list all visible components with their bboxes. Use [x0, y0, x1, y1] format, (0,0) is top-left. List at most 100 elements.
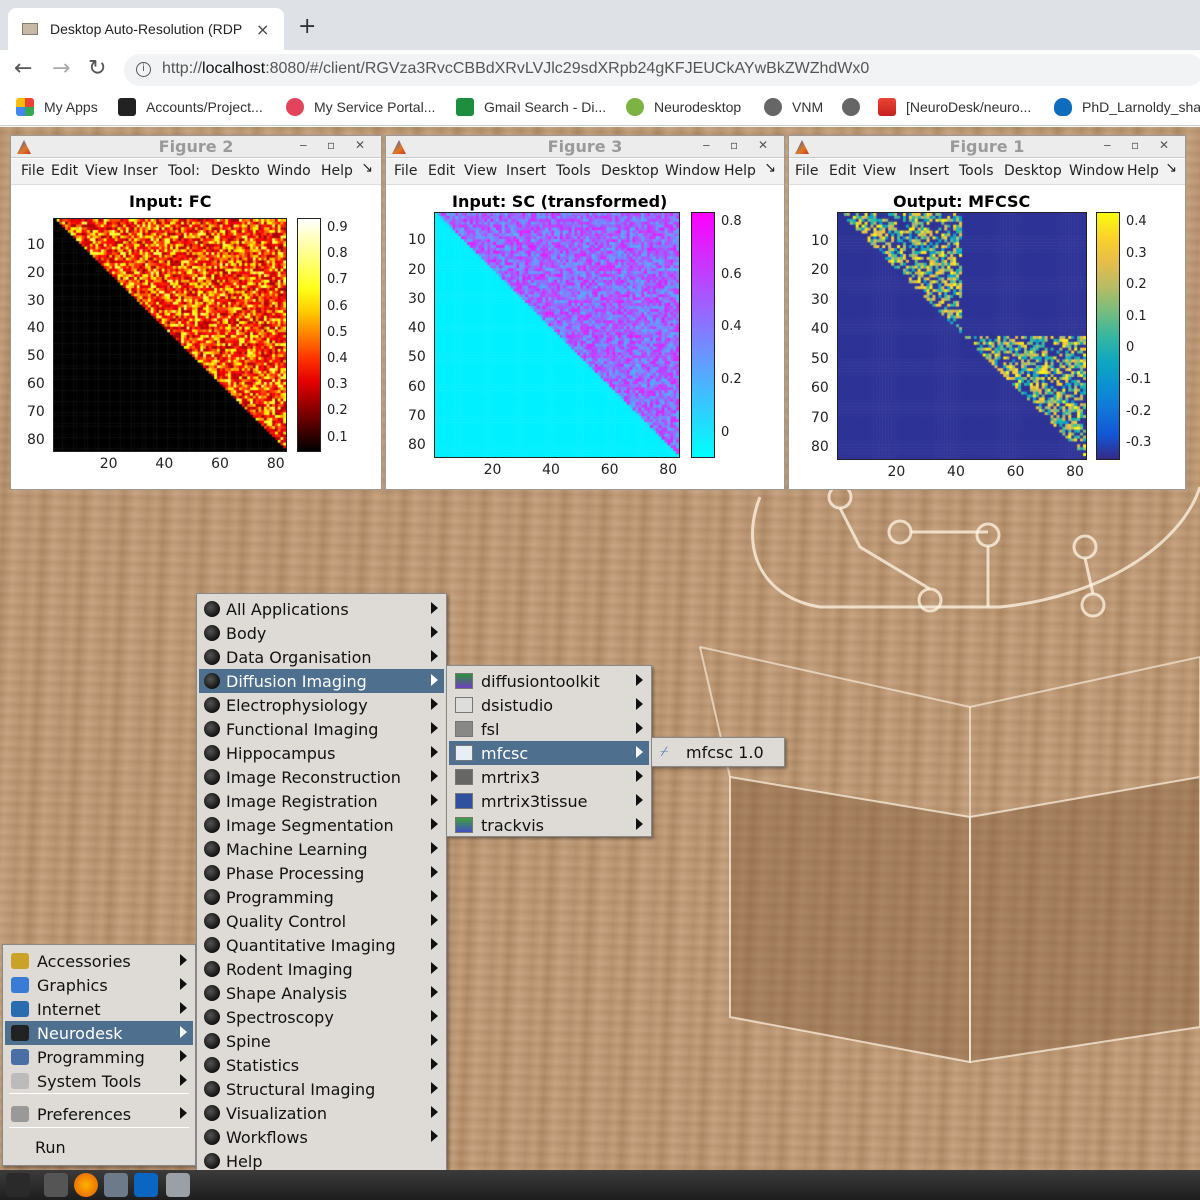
- neurodesk-item-functional-imaging[interactable]: Functional Imaging: [199, 717, 444, 741]
- neurodesk-item-programming[interactable]: Programming: [199, 885, 444, 909]
- start-menu-item-neurodesk[interactable]: Neurodesk: [5, 1021, 193, 1045]
- figure-menu-4[interactable]: Tools: [556, 163, 591, 179]
- bookmark-accounts[interactable]: Accounts/Project...: [118, 98, 263, 116]
- bookmark-neurodesktop[interactable]: Neurodesktop: [626, 98, 741, 116]
- window-controls[interactable]: ‒ ▫ ✕: [703, 138, 776, 152]
- start-menu-item-accessories[interactable]: Accessories: [5, 949, 193, 973]
- start-menu-icon[interactable]: [6, 1173, 30, 1197]
- neurodesk-item-hippocampus[interactable]: Hippocampus: [199, 741, 444, 765]
- figure-menu-4[interactable]: Tool:: [168, 163, 200, 179]
- figure-menu-2[interactable]: View: [464, 163, 497, 179]
- start-menu[interactable]: Accessories Graphics Internet Neurodesk Prog…: [2, 944, 196, 1166]
- reload-button[interactable]: ↻: [88, 56, 106, 81]
- neurodesk-item-machine-learning[interactable]: Machine Learning: [199, 837, 444, 861]
- figure-menu-6[interactable]: Windo: [267, 163, 311, 179]
- figure-menu-1[interactable]: Edit: [428, 163, 455, 179]
- toolbar-arrow-icon[interactable]: ↘: [764, 160, 776, 176]
- terminal-icon[interactable]: [44, 1173, 68, 1197]
- figure-menu-7[interactable]: Help: [724, 163, 756, 179]
- figure-menu-1[interactable]: Edit: [829, 163, 856, 179]
- diffusion-item-mfcsc[interactable]: mfcsc: [449, 741, 649, 765]
- diffusion-item-trackvis[interactable]: trackvis: [449, 813, 649, 837]
- figure-menu-2[interactable]: View: [863, 163, 896, 179]
- neurodesk-item-visualization[interactable]: Visualization: [199, 1101, 444, 1125]
- neurodesk-item-workflows[interactable]: Workflows: [199, 1125, 444, 1149]
- diffusion-item-mrtrix3tissue[interactable]: mrtrix3tissue: [449, 789, 649, 813]
- toolbar-arrow-icon[interactable]: ↘: [361, 160, 373, 176]
- bookmark-my-apps[interactable]: My Apps: [16, 98, 98, 116]
- figure-menu-4[interactable]: Tools: [959, 163, 994, 179]
- diffusion-item-diffusiontoolkit[interactable]: diffusiontoolkit: [449, 669, 649, 693]
- back-button[interactable]: ←: [14, 56, 32, 81]
- neurodesk-item-spine[interactable]: Spine: [199, 1029, 444, 1053]
- figure-menu-0[interactable]: File: [21, 163, 44, 179]
- diffusion-item-dsistudio[interactable]: dsistudio: [449, 693, 649, 717]
- neurodesk-item-electrophysiology[interactable]: Electrophysiology: [199, 693, 444, 717]
- firefox-icon[interactable]: [74, 1173, 98, 1197]
- figure-menu-3[interactable]: Insert: [909, 163, 949, 179]
- neurodesk-item-body[interactable]: Body: [199, 621, 444, 645]
- window-controls[interactable]: ‒ ▫ ✕: [1104, 138, 1177, 152]
- neurodesk-item-image-reconstruction[interactable]: Image Reconstruction: [199, 765, 444, 789]
- monitor-icon[interactable]: [104, 1173, 128, 1197]
- figure-menu-0[interactable]: File: [394, 163, 417, 179]
- figure-menu-6[interactable]: Window: [1069, 163, 1124, 179]
- figure-titlebar[interactable]: Figure 1 ‒ ▫ ✕: [789, 136, 1185, 158]
- vscode-icon[interactable]: [134, 1173, 158, 1197]
- figure-menu-1[interactable]: Edit: [51, 163, 78, 179]
- start-menu-item-preferences[interactable]: Preferences: [5, 1102, 193, 1126]
- figure-1-window[interactable]: Figure 1 ‒ ▫ ✕ File Edit View Insert Tools Desk…: [788, 135, 1186, 490]
- figure-titlebar[interactable]: Figure 3 ‒ ▫ ✕: [386, 136, 784, 158]
- neurodesk-item-diffusion-imaging[interactable]: Diffusion Imaging: [199, 669, 444, 693]
- neurodesk-item-quality-control[interactable]: Quality Control: [199, 909, 444, 933]
- diffusion-imaging-submenu[interactable]: diffusiontoolkit dsistudio fsl mfcsc mrtrix3…: [446, 665, 652, 837]
- neurodesk-item-image-segmentation[interactable]: Image Segmentation: [199, 813, 444, 837]
- figure-menu-3[interactable]: Insert: [506, 163, 546, 179]
- figure-menu-2[interactable]: View: [85, 163, 118, 179]
- mfcsc-submenu[interactable]: ⌿ mfcsc 1.0: [651, 737, 785, 767]
- start-menu-item-run[interactable]: Run: [5, 1135, 193, 1159]
- address-bar[interactable]: i http://localhost:8080/#/client/RGVza3R…: [124, 54, 1200, 86]
- start-menu-item-internet[interactable]: Internet: [5, 997, 193, 1021]
- neurodesk-item-spectroscopy[interactable]: Spectroscopy: [199, 1005, 444, 1029]
- toolbar-arrow-icon[interactable]: ↘: [1165, 160, 1177, 176]
- browser-tab[interactable]: Desktop Auto-Resolution (RDP ×: [8, 8, 284, 50]
- neurodesk-item-image-registration[interactable]: Image Registration: [199, 789, 444, 813]
- tab-close-icon[interactable]: ×: [256, 20, 269, 39]
- figure-menu-7[interactable]: Help: [321, 163, 353, 179]
- start-menu-item-graphics[interactable]: Graphics: [5, 973, 193, 997]
- figure-2-window[interactable]: Figure 2 ‒ ▫ ✕ File Edit View Inser Tool: Deskt…: [10, 135, 382, 490]
- neurodesk-item-data-organisation[interactable]: Data Organisation: [199, 645, 444, 669]
- bookmark-service-portal[interactable]: My Service Portal...: [286, 98, 435, 116]
- figure-menu-7[interactable]: Help: [1127, 163, 1159, 179]
- mfcsc-launch-item[interactable]: ⌿ mfcsc 1.0: [654, 740, 782, 764]
- bookmark-vnm[interactable]: VNM: [764, 98, 823, 116]
- bookmark-phd-share[interactable]: PhD_Larnoldy_sha: [1054, 98, 1200, 116]
- diffusion-item-fsl[interactable]: fsl: [449, 717, 649, 741]
- start-menu-item-system-tools[interactable]: System Tools: [5, 1069, 193, 1093]
- neurodesk-item-phase-processing[interactable]: Phase Processing: [199, 861, 444, 885]
- figure-3-window[interactable]: Figure 3 ‒ ▫ ✕ File Edit View Insert Tools Desk…: [385, 135, 785, 490]
- neurodesk-item-rodent-imaging[interactable]: Rodent Imaging: [199, 957, 444, 981]
- figure-titlebar[interactable]: Figure 2 ‒ ▫ ✕: [11, 136, 381, 158]
- figure-menu-5[interactable]: Desktop: [1004, 163, 1062, 179]
- bookmark-globe[interactable]: [842, 98, 870, 116]
- bookmark-gmail-search[interactable]: Gmail Search - Di...: [456, 98, 606, 116]
- forward-button[interactable]: →: [52, 56, 70, 81]
- window-controls[interactable]: ‒ ▫ ✕: [300, 138, 373, 152]
- bookmark-neurodesk-github[interactable]: [NeuroDesk/neuro...: [878, 98, 1031, 116]
- neurodesk-item-all-applications[interactable]: All Applications: [199, 597, 444, 621]
- neurodesk-item-structural-imaging[interactable]: Structural Imaging: [199, 1077, 444, 1101]
- neurodesk-item-quantitative-imaging[interactable]: Quantitative Imaging: [199, 933, 444, 957]
- figure-menu-6[interactable]: Window: [665, 163, 720, 179]
- figure-menu-0[interactable]: File: [795, 163, 818, 179]
- figure-menu-5[interactable]: Desktop: [601, 163, 659, 179]
- start-menu-item-programming[interactable]: Programming: [5, 1045, 193, 1069]
- windows-icon[interactable]: [166, 1173, 190, 1197]
- figure-menu-3[interactable]: Inser: [123, 163, 158, 179]
- diffusion-item-mrtrix3[interactable]: mrtrix3: [449, 765, 649, 789]
- neurodesk-item-statistics[interactable]: Statistics: [199, 1053, 444, 1077]
- new-tab-button[interactable]: +: [298, 14, 316, 39]
- neurodesk-submenu[interactable]: All Applications Body Data Organisation Dif…: [196, 593, 447, 1199]
- site-info-icon[interactable]: i: [136, 62, 151, 77]
